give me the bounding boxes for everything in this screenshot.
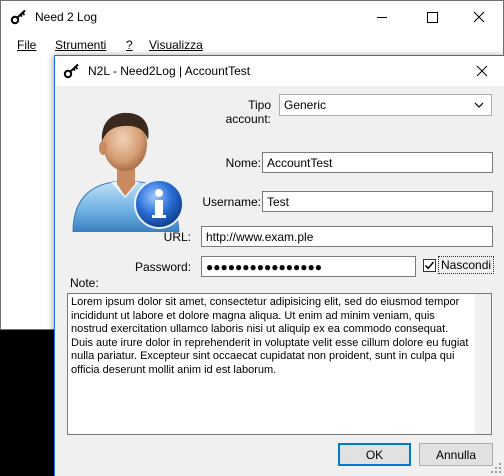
name-label: Nome: (225, 156, 261, 170)
resize-grip-icon[interactable] (490, 462, 502, 474)
note-label: Note: (70, 276, 99, 290)
note-textarea[interactable]: Lorem ipsum dolor sit amet, consectetur … (67, 293, 492, 435)
maximize-button[interactable] (409, 1, 455, 33)
name-value: AccountTest (267, 155, 333, 170)
note-scrollbar[interactable] (475, 294, 491, 434)
cancel-button[interactable]: Annulla (419, 443, 493, 466)
note-text: Lorem ipsum dolor sit amet, consectetur … (71, 296, 469, 376)
close-icon (473, 11, 485, 23)
url-field[interactable]: http://www.exam.ple (201, 226, 493, 247)
password-field[interactable]: ●●●●●●●●●●●●●●●● (201, 256, 416, 277)
main-close-button[interactable] (456, 1, 502, 33)
key-icon (63, 63, 79, 79)
menu-file[interactable]: File (17, 38, 36, 52)
username-label: Username: (202, 195, 261, 209)
url-value: http://www.exam.ple (206, 229, 314, 244)
checkmark-icon (424, 261, 435, 270)
username-field[interactable]: Test (262, 191, 493, 212)
account-type-select[interactable]: Generic (279, 94, 492, 116)
url-label: URL: (163, 230, 191, 244)
minimize-button[interactable] (359, 1, 405, 33)
dialog-close-button[interactable] (459, 56, 504, 86)
menu-help[interactable]: ? (126, 38, 133, 52)
username-value: Test (267, 194, 290, 209)
menu-bar: File Strumenti ? Visualizza (1, 34, 503, 56)
menu-visualizza[interactable]: Visualizza (149, 38, 203, 52)
close-icon (476, 65, 488, 77)
account-type-label: Tipo account: (225, 98, 271, 126)
menu-strumenti[interactable]: Strumenti (55, 38, 106, 52)
main-window-title: Need 2 Log (35, 10, 98, 24)
hide-password-checkbox[interactable] (423, 259, 436, 272)
name-field[interactable]: AccountTest (262, 152, 493, 173)
dialog-title: N2L - Need2Log | AccountTest (88, 64, 251, 78)
account-dialog: N2L - Need2Log | AccountTest Tipo accoun… (54, 55, 504, 476)
dialog-titlebar: N2L - Need2Log | AccountTest (55, 56, 504, 86)
main-titlebar: Need 2 Log (1, 1, 503, 34)
password-label: Password: (135, 260, 192, 274)
key-icon (10, 9, 26, 25)
password-value: ●●●●●●●●●●●●●●●● (206, 259, 322, 274)
chevron-down-icon (474, 102, 484, 108)
user-info-avatar (72, 112, 184, 232)
hide-password-label[interactable]: Nascondi (438, 256, 495, 274)
ok-button[interactable]: OK (338, 443, 411, 466)
account-type-value: Generic (284, 98, 327, 112)
